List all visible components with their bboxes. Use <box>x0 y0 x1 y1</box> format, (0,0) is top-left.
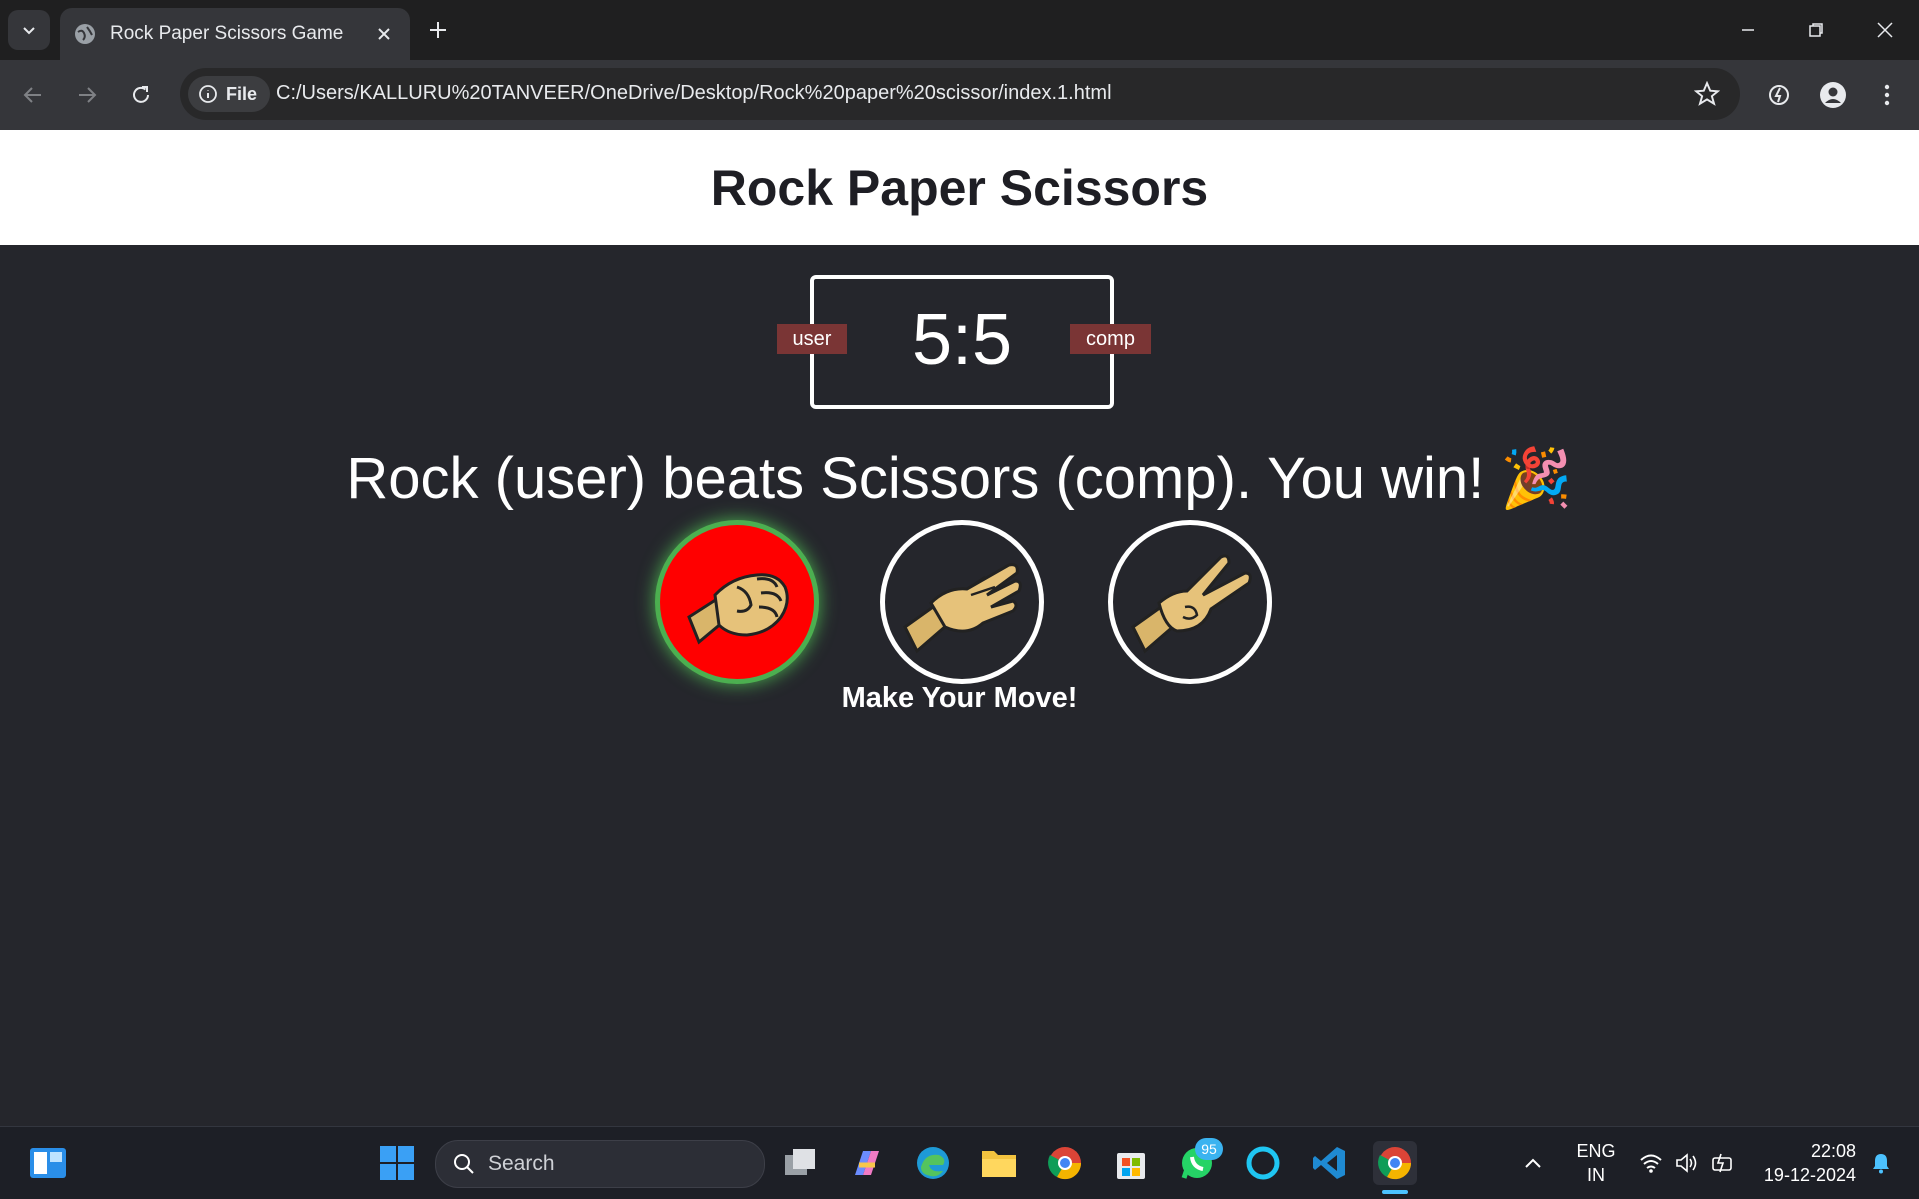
wifi-icon <box>1640 1154 1662 1173</box>
file-explorer-app[interactable] <box>977 1141 1021 1185</box>
edge-app[interactable] <box>911 1141 955 1185</box>
chevron-down-icon <box>23 27 35 35</box>
alexa-icon <box>1246 1146 1280 1180</box>
browser-titlebar: Rock Paper Scissors Game <box>0 0 1919 60</box>
language-bottom[interactable]: IN <box>1568 1165 1624 1186</box>
vscode-icon <box>1313 1147 1345 1179</box>
store-app[interactable] <box>1109 1141 1153 1185</box>
paper-choice[interactable] <box>880 520 1044 684</box>
clock-date[interactable]: 19-12-2024 <box>1752 1165 1856 1186</box>
store-icon <box>1117 1153 1145 1179</box>
clock-time[interactable]: 22:08 <box>1752 1141 1856 1162</box>
back-button[interactable] <box>16 78 50 112</box>
bookmark-star-icon[interactable] <box>1694 81 1720 107</box>
windows-taskbar: Search ENG IN 22:08 19-12-2024 <box>0 1126 1919 1199</box>
chrome-app-1[interactable] <box>1043 1141 1087 1185</box>
arrow-left-icon <box>23 87 41 103</box>
comp-badge: comp <box>1070 324 1151 354</box>
chevron-up-icon <box>1525 1158 1541 1168</box>
search-icon <box>454 1154 474 1174</box>
close-icon <box>1877 22 1893 38</box>
notifications-button[interactable] <box>1866 1141 1896 1185</box>
copilot-app[interactable] <box>845 1141 889 1185</box>
battery-charging-icon <box>1712 1153 1732 1173</box>
rock-choice[interactable] <box>655 520 819 684</box>
alexa-app[interactable] <box>1241 1141 1285 1185</box>
tab-title: Rock Paper Scissors Game <box>110 23 344 44</box>
rock-fist-icon <box>687 573 789 645</box>
scissors-hand-icon <box>1131 554 1252 654</box>
reload-button[interactable] <box>124 78 158 112</box>
bell-icon <box>1873 1154 1889 1174</box>
close-window-button[interactable] <box>1860 12 1910 48</box>
folder-icon <box>982 1151 1016 1177</box>
forward-button[interactable] <box>70 78 104 112</box>
volume-button[interactable] <box>1672 1141 1702 1185</box>
widgets-icon <box>30 1148 66 1178</box>
menu-button[interactable] <box>1870 78 1904 112</box>
chrome-icon <box>1378 1147 1412 1180</box>
show-hidden-icons-button[interactable] <box>1518 1141 1548 1185</box>
start-button[interactable] <box>375 1141 419 1185</box>
more-vertical-icon <box>1884 84 1890 106</box>
move-prompt: Make Your Move! <box>841 682 1078 714</box>
browser-toolbar: File C:/Users/KALLURU%20TANVEER/OneDrive… <box>0 60 1919 130</box>
battery-button[interactable] <box>1708 1141 1738 1185</box>
arrow-right-icon <box>79 87 97 103</box>
info-icon <box>199 85 217 103</box>
minimize-icon <box>1742 29 1754 31</box>
scoreboard: 5:5 <box>810 275 1114 409</box>
volume-icon <box>1676 1153 1697 1173</box>
address-bar[interactable]: File C:/Users/KALLURU%20TANVEER/OneDrive… <box>180 68 1740 120</box>
url-text[interactable]: C:/Users/KALLURU%20TANVEER/OneDrive/Desk… <box>276 82 1112 105</box>
scissors-choice[interactable] <box>1108 520 1272 684</box>
page-title: Rock Paper Scissors <box>710 159 1209 216</box>
active-app-indicator <box>1382 1190 1408 1194</box>
wifi-button[interactable] <box>1636 1141 1666 1185</box>
edge-icon <box>917 1147 949 1179</box>
paper-hand-icon <box>903 563 1022 654</box>
result-message: Rock (user) beats Scissors (comp). You w… <box>346 446 1573 511</box>
reload-icon <box>133 86 149 103</box>
tab-active[interactable]: Rock Paper Scissors Game <box>60 8 410 60</box>
windows-logo-icon <box>380 1146 414 1180</box>
search-placeholder: Search <box>488 1152 555 1175</box>
globe-icon <box>75 24 95 44</box>
performance-icon <box>1769 85 1789 105</box>
profile-icon <box>1820 82 1846 108</box>
score-display: 5:5 <box>911 300 1013 380</box>
language-top[interactable]: ENG <box>1568 1141 1624 1162</box>
new-tab-button[interactable] <box>424 16 452 44</box>
task-view-button[interactable] <box>779 1141 823 1185</box>
performance-button[interactable] <box>1762 78 1796 112</box>
site-chip-label: File <box>226 83 258 104</box>
close-tab-icon[interactable] <box>372 22 396 46</box>
taskbar-search[interactable]: Search <box>435 1140 765 1188</box>
page-header: Rock Paper Scissors <box>0 130 1919 245</box>
restore-button[interactable] <box>1791 12 1841 48</box>
user-badge: user <box>777 324 847 354</box>
plus-icon <box>430 22 446 38</box>
copilot-icon <box>855 1151 879 1175</box>
vscode-app[interactable] <box>1307 1141 1351 1185</box>
widgets-button[interactable] <box>26 1141 70 1185</box>
minimize-button[interactable] <box>1723 12 1773 48</box>
tab-search-button[interactable] <box>8 10 50 50</box>
chrome-app-active[interactable] <box>1373 1141 1417 1185</box>
profile-button[interactable] <box>1816 78 1850 112</box>
chrome-icon <box>1048 1147 1082 1180</box>
task-view-icon <box>785 1149 815 1175</box>
restore-icon <box>1809 23 1823 37</box>
whatsapp-unread-badge: 95 <box>1195 1138 1223 1160</box>
site-info-chip[interactable]: File <box>188 76 270 112</box>
